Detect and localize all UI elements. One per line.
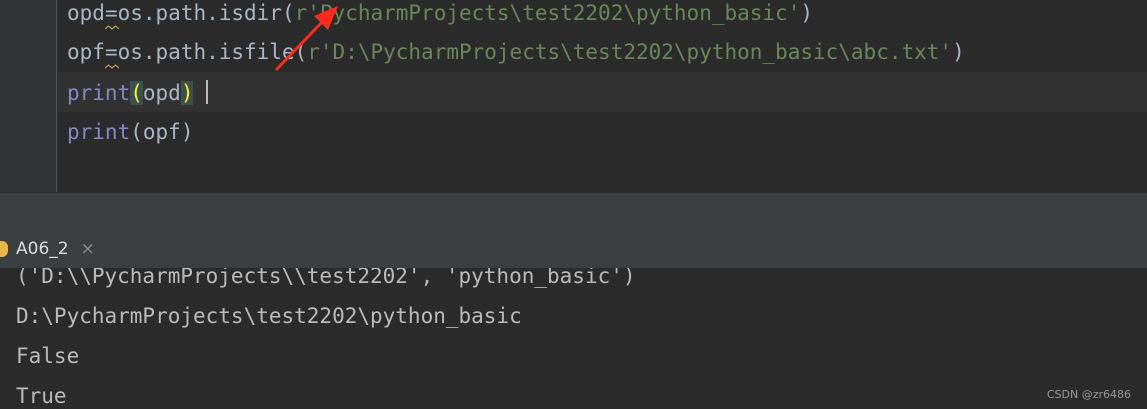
console-line: ('D:\\PycharmProjects\\test2202', 'pytho… bbox=[16, 268, 636, 288]
console-line: D:\PycharmProjects\test2202\python_basic bbox=[16, 304, 522, 328]
annotation-arrow-icon bbox=[274, 6, 338, 72]
console-line: True bbox=[16, 384, 67, 408]
code-editor[interactable]: opd=os.path.isdir(r'PycharmProjects\test… bbox=[0, 0, 1147, 192]
run-console-output[interactable]: ('D:\\PycharmProjects\\test2202', 'pytho… bbox=[0, 268, 1147, 409]
console-line: False bbox=[16, 344, 80, 368]
close-icon[interactable]: × bbox=[81, 239, 95, 259]
panel-splitter[interactable] bbox=[0, 192, 1147, 231]
run-tab-label: A06_2 bbox=[16, 239, 69, 259]
run-tab-a06-2[interactable]: A06_2 × bbox=[0, 230, 95, 268]
run-tool-window-tabs: A06_2 × bbox=[0, 230, 1147, 269]
watermark: CSDN @zr6486 bbox=[1046, 388, 1131, 401]
python-file-icon bbox=[0, 241, 8, 257]
